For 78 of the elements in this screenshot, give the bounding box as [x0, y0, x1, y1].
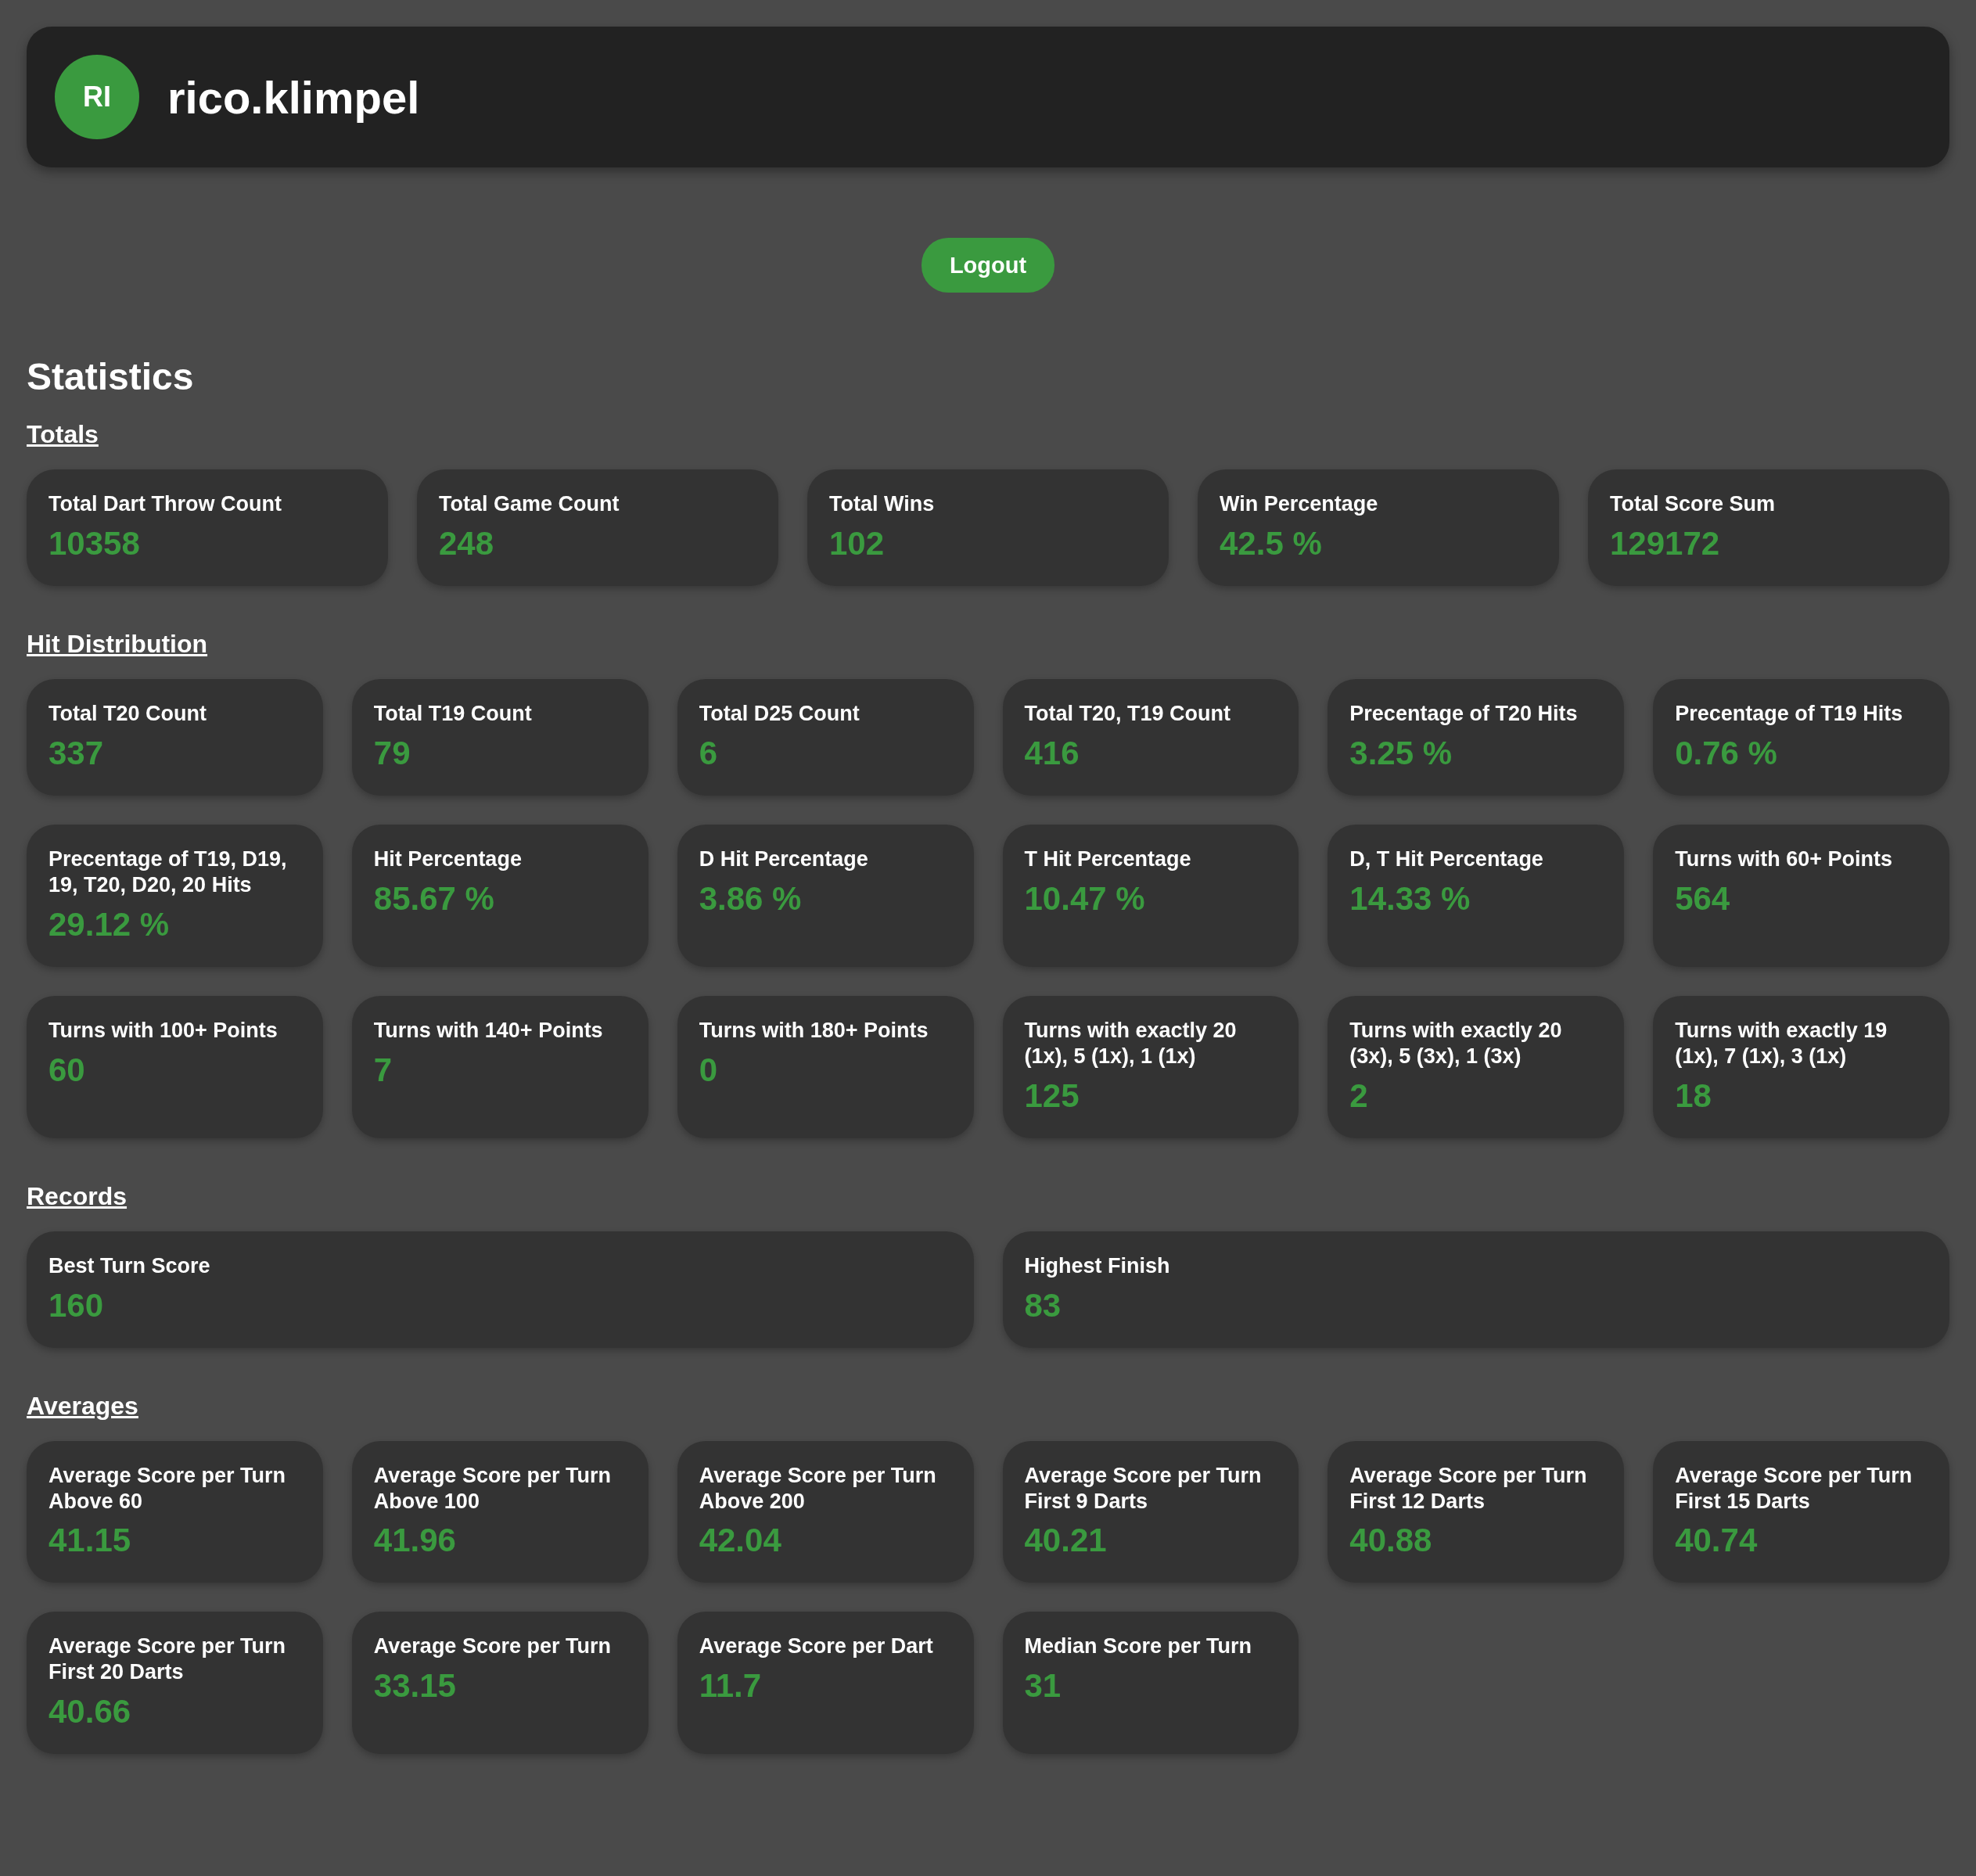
stat-value: 42.5 %	[1220, 524, 1323, 562]
stat-value: 0	[699, 1051, 718, 1089]
stat-label: Turns with 100+ Points	[49, 1017, 278, 1044]
stat-label: Average Score per Turn Above 200	[699, 1462, 937, 1515]
stat-value: 41.15	[49, 1522, 132, 1560]
section-title: Hit Distribution	[27, 629, 209, 659]
stat-value: 11.7	[699, 1667, 763, 1705]
stat-value: 3.86 %	[699, 879, 803, 918]
page-title: Statistics	[27, 355, 195, 398]
stat-label: Total Score Sum	[1610, 491, 1777, 517]
stat-value: 3.25 %	[1349, 734, 1453, 772]
stat-label: Precentage of T20 Hits	[1349, 700, 1579, 727]
stat-value: 160	[49, 1286, 105, 1324]
stat-value: 40.21	[1024, 1522, 1108, 1560]
stat-label: Win Percentage	[1220, 491, 1379, 517]
stat-value: 18	[1675, 1076, 1712, 1115]
stat-label: Turns with 60+ Points	[1675, 846, 1893, 872]
stat-label: Precentage of T19 Hits	[1675, 700, 1904, 727]
stat-value: 31	[1024, 1667, 1062, 1705]
stat-value: 60	[49, 1051, 86, 1089]
avatar: RI	[55, 55, 139, 139]
stat-value: 2	[1349, 1076, 1369, 1115]
stat-value: 79	[373, 734, 411, 772]
stat-value: 0.76 %	[1675, 734, 1778, 772]
stat-value: 6	[699, 734, 718, 772]
stat-label: Average Score per Turn First 12 Darts	[1349, 1462, 1588, 1515]
section-title: Totals	[27, 420, 99, 449]
stat-label: Highest Finish	[1024, 1252, 1171, 1279]
stat-value: 564	[1675, 879, 1731, 918]
stat-label: Average Score per Turn Above 60	[49, 1462, 287, 1515]
stat-label: Precentage of T19, D19, 19, T20, D20, 20 Hits	[49, 846, 288, 898]
stat-value: 416	[1024, 734, 1080, 772]
stat-value: 40.88	[1349, 1522, 1433, 1560]
stat-value: 29.12 %	[49, 905, 171, 943]
stat-value: 10.47 %	[1024, 879, 1146, 918]
stat-label: Total T20, T19 Count	[1024, 700, 1231, 727]
stat-label: Total Wins	[829, 491, 936, 517]
stat-value: 129172	[1610, 524, 1721, 562]
stat-label: Median Score per Turn	[1024, 1633, 1253, 1660]
stat-label: Average Score per Turn	[373, 1633, 612, 1660]
stat-value: 10358	[49, 524, 141, 562]
username: rico.klimpel	[167, 70, 420, 124]
stat-value: 14.33 %	[1349, 879, 1471, 918]
stat-value: 42.04	[699, 1522, 782, 1560]
stat-value: 125	[1024, 1076, 1080, 1115]
stat-label: Average Score per Turn Above 100	[373, 1462, 612, 1515]
stat-value: 33.15	[373, 1667, 457, 1705]
stat-label: Average Score per Turn First 15 Darts	[1675, 1462, 1913, 1515]
stat-value: 83	[1024, 1286, 1062, 1324]
stat-label: Turns with exactly 20 (3x), 5 (3x), 1 (3x)	[1349, 1017, 1563, 1069]
stat-value: 40.74	[1675, 1522, 1759, 1560]
stat-label: Hit Percentage	[373, 846, 523, 872]
stat-label: Total T20 Count	[49, 700, 207, 727]
stat-label: Best Turn Score	[49, 1252, 211, 1279]
stat-label: Average Score per Dart	[699, 1633, 934, 1660]
stat-label: Total Dart Throw Count	[49, 491, 282, 517]
stat-label: D Hit Percentage	[699, 846, 869, 872]
stat-label: Average Score per Turn First 9 Darts	[1024, 1462, 1263, 1515]
stat-label: Total T19 Count	[373, 700, 533, 727]
stat-label: Total Game Count	[439, 491, 620, 517]
stat-value: 102	[829, 524, 886, 562]
section-title: Averages	[27, 1391, 139, 1421]
stat-label: D, T Hit Percentage	[1349, 846, 1544, 872]
stat-value: 85.67 %	[373, 879, 495, 918]
stat-value: 41.96	[373, 1522, 457, 1560]
stat-label: Average Score per Turn First 20 Darts	[49, 1633, 287, 1686]
stat-label: T Hit Percentage	[1024, 846, 1192, 872]
stat-label: Turns with exactly 20 (1x), 5 (1x), 1 (1x)	[1024, 1017, 1238, 1069]
section-title: Records	[27, 1181, 128, 1211]
stat-label: Total D25 Count	[699, 700, 860, 727]
stat-value: 337	[49, 734, 105, 772]
stat-label: Turns with exactly 19 (1x), 7 (1x), 3 (1x)	[1675, 1017, 1888, 1069]
stat-value: 40.66	[49, 1693, 132, 1731]
stat-value: 248	[439, 524, 495, 562]
stat-label: Turns with 180+ Points	[699, 1017, 929, 1044]
logout-button[interactable]: Logout	[921, 238, 1055, 293]
stat-value: 7	[373, 1051, 393, 1089]
stat-label: Turns with 140+ Points	[373, 1017, 604, 1044]
